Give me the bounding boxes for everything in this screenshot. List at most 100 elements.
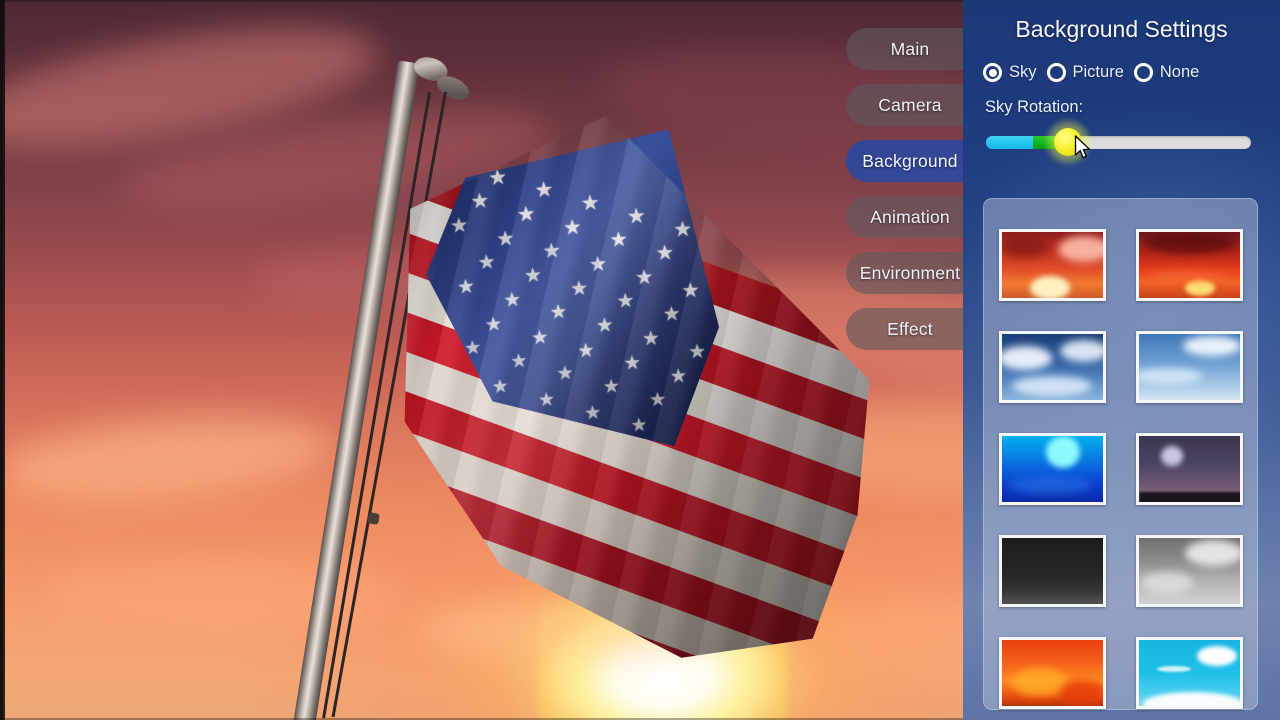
flag-star-icon: ★ xyxy=(530,326,550,350)
flag-star-icon: ★ xyxy=(476,250,497,275)
thumbnail-detail xyxy=(1183,336,1240,356)
radio-option-sky[interactable]: Sky xyxy=(983,63,1037,82)
flag-star-icon: ★ xyxy=(491,374,510,398)
flag-star-icon: ★ xyxy=(483,313,503,337)
thumbnail-detail xyxy=(1030,276,1070,298)
tab-environment[interactable]: Environment xyxy=(846,252,980,294)
tab-main[interactable]: Main xyxy=(846,28,980,70)
sky-thumbnail-sky-fire[interactable] xyxy=(999,637,1106,709)
tab-label: Main xyxy=(890,38,930,59)
flag-star-icon: ★ xyxy=(502,288,522,312)
thumbnail-detail xyxy=(1060,340,1103,362)
flag-star-icon: ★ xyxy=(648,389,667,412)
sky-rotation-slider[interactable] xyxy=(986,118,1251,166)
flag-star-icon: ★ xyxy=(680,279,700,303)
flag-star-icon: ★ xyxy=(615,290,635,314)
thumbnail-detail xyxy=(1141,572,1193,594)
flag-star-icon: ★ xyxy=(534,178,555,203)
radio-label: Sky xyxy=(1009,63,1037,81)
sky-thumbnail-sky-blue-moon[interactable] xyxy=(999,433,1106,505)
flag-star-icon: ★ xyxy=(602,376,621,399)
radio-option-none[interactable]: None xyxy=(1133,63,1200,82)
radio-icon xyxy=(1046,63,1066,82)
thumbnail-detail xyxy=(1185,280,1215,296)
sky-thumbnail-sky-light-blue[interactable] xyxy=(1136,331,1243,403)
flag-star-icon: ★ xyxy=(515,202,536,227)
tab-animation[interactable]: Animation xyxy=(846,196,980,238)
flag-star-icon: ★ xyxy=(634,266,654,290)
thumbnail-detail xyxy=(1197,646,1237,666)
sky-thumbnail-sky-deep-blue-cloud[interactable] xyxy=(999,331,1106,403)
thumbnail-detail xyxy=(1145,232,1235,254)
flag-star-icon: ★ xyxy=(661,303,681,327)
flag-star-icon: ★ xyxy=(495,227,516,251)
flag-star-icon: ★ xyxy=(556,363,575,386)
sky-thumbnail-sky-black[interactable] xyxy=(999,535,1106,607)
flag-star-icon: ★ xyxy=(608,228,629,253)
radio-option-picture[interactable]: Picture xyxy=(1046,63,1124,82)
flag-star-icon: ★ xyxy=(537,387,556,411)
flag-star-icon: ★ xyxy=(448,214,469,238)
thumbnail-detail xyxy=(1143,692,1240,706)
tab-label: Effect xyxy=(887,318,933,339)
flag-star-icon: ★ xyxy=(522,263,543,288)
thumbnail-detail xyxy=(1185,540,1240,566)
radio-label: None xyxy=(1159,63,1200,81)
flag-star-icon: ★ xyxy=(548,301,568,325)
thumbnail-detail xyxy=(1161,446,1183,466)
thumbnail-detail xyxy=(1046,436,1080,468)
flag-star-icon: ★ xyxy=(626,204,647,229)
tab-effect[interactable]: Effect xyxy=(846,308,980,350)
flag-star-icon: ★ xyxy=(630,413,648,436)
flag-star-icon: ★ xyxy=(569,277,589,301)
flag-star-icon: ★ xyxy=(687,340,707,364)
us-flag: ★ ★ ★ ★ ★ ★ ★ ★ ★ ★ ★ ★ ★ ★ ★ ★ ★ ★ ★ ★ ★ ★ ★ ★ ★ ★ ★ ★ ★ ★ ★ ★ ★ ★ ★ ★ ★ ★ ★ ★… xyxy=(399,100,879,668)
thumbnail-detail xyxy=(1139,368,1203,384)
sky-thumbnail-sky-cyan-clouds[interactable] xyxy=(1136,637,1243,709)
panel-title: Background Settings xyxy=(1015,16,1228,42)
settings-category-tabs: Main Camera Background Animation Environ… xyxy=(846,28,980,364)
thumbnail-detail xyxy=(1147,270,1227,282)
flag-star-icon: ★ xyxy=(456,275,476,299)
thumbnail-detail xyxy=(1002,594,1103,604)
thumbnail-detail xyxy=(1058,236,1103,262)
sky-thumbnail-sky-red-sunset[interactable] xyxy=(999,229,1106,301)
sky-thumbnail-sky-starry-night[interactable] xyxy=(1136,433,1243,505)
flag-star-icon: ★ xyxy=(641,327,661,351)
slider-fill-cyan xyxy=(986,136,1033,149)
flag-star-icon: ★ xyxy=(509,350,529,373)
sky-preset-panel xyxy=(983,198,1258,710)
tab-label: Camera xyxy=(878,94,942,115)
flag-star-icon: ★ xyxy=(583,400,602,423)
flag-star-icon: ★ xyxy=(541,240,562,264)
halyard-knot xyxy=(367,512,380,525)
flag-star-icon: ★ xyxy=(595,314,614,338)
tab-background[interactable]: Background xyxy=(846,140,980,182)
tab-camera[interactable]: Camera xyxy=(846,84,980,126)
radio-label: Picture xyxy=(1072,63,1124,81)
flag-star-icon: ★ xyxy=(587,253,608,277)
sky-thumbnail-sky-crimson-sunset[interactable] xyxy=(1136,229,1243,301)
flag-star-icon: ★ xyxy=(576,339,596,363)
application-window: ★ ★ ★ ★ ★ ★ ★ ★ ★ ★ ★ ★ ★ ★ ★ ★ ★ ★ ★ ★ ★ ★ ★ ★ ★ ★ ★ ★ ★ ★ ★ ★ ★ ★ ★ ★ ★ ★ ★ ★… xyxy=(0,0,1280,720)
tab-label: Background xyxy=(862,150,958,171)
viewport-left-border xyxy=(0,0,5,720)
radio-icon xyxy=(1133,63,1153,82)
flag-star-icon: ★ xyxy=(622,353,642,375)
radio-icon xyxy=(983,63,1002,82)
thumbnail-detail xyxy=(1060,680,1103,704)
flag-star-icon: ★ xyxy=(654,241,675,266)
flag-star-icon: ★ xyxy=(580,191,601,216)
sky-preset-grid xyxy=(999,229,1243,709)
flag-star-icon: ★ xyxy=(469,188,490,214)
thumbnail-detail xyxy=(1157,666,1191,672)
background-mode-radio-group: Sky Picture None xyxy=(983,63,1280,82)
background-settings-panel: Background Settings Sky Picture None Sky… xyxy=(963,0,1280,720)
mouse-pointer-icon xyxy=(1074,135,1091,159)
thumbnail-detail xyxy=(1139,492,1240,502)
flag-star-icon: ★ xyxy=(561,215,582,240)
flag-star-icon: ★ xyxy=(441,152,463,177)
thumbnail-detail xyxy=(1002,346,1052,370)
thumbnail-detail xyxy=(1012,376,1092,396)
sky-thumbnail-sky-gray-clouds[interactable] xyxy=(1136,535,1243,607)
